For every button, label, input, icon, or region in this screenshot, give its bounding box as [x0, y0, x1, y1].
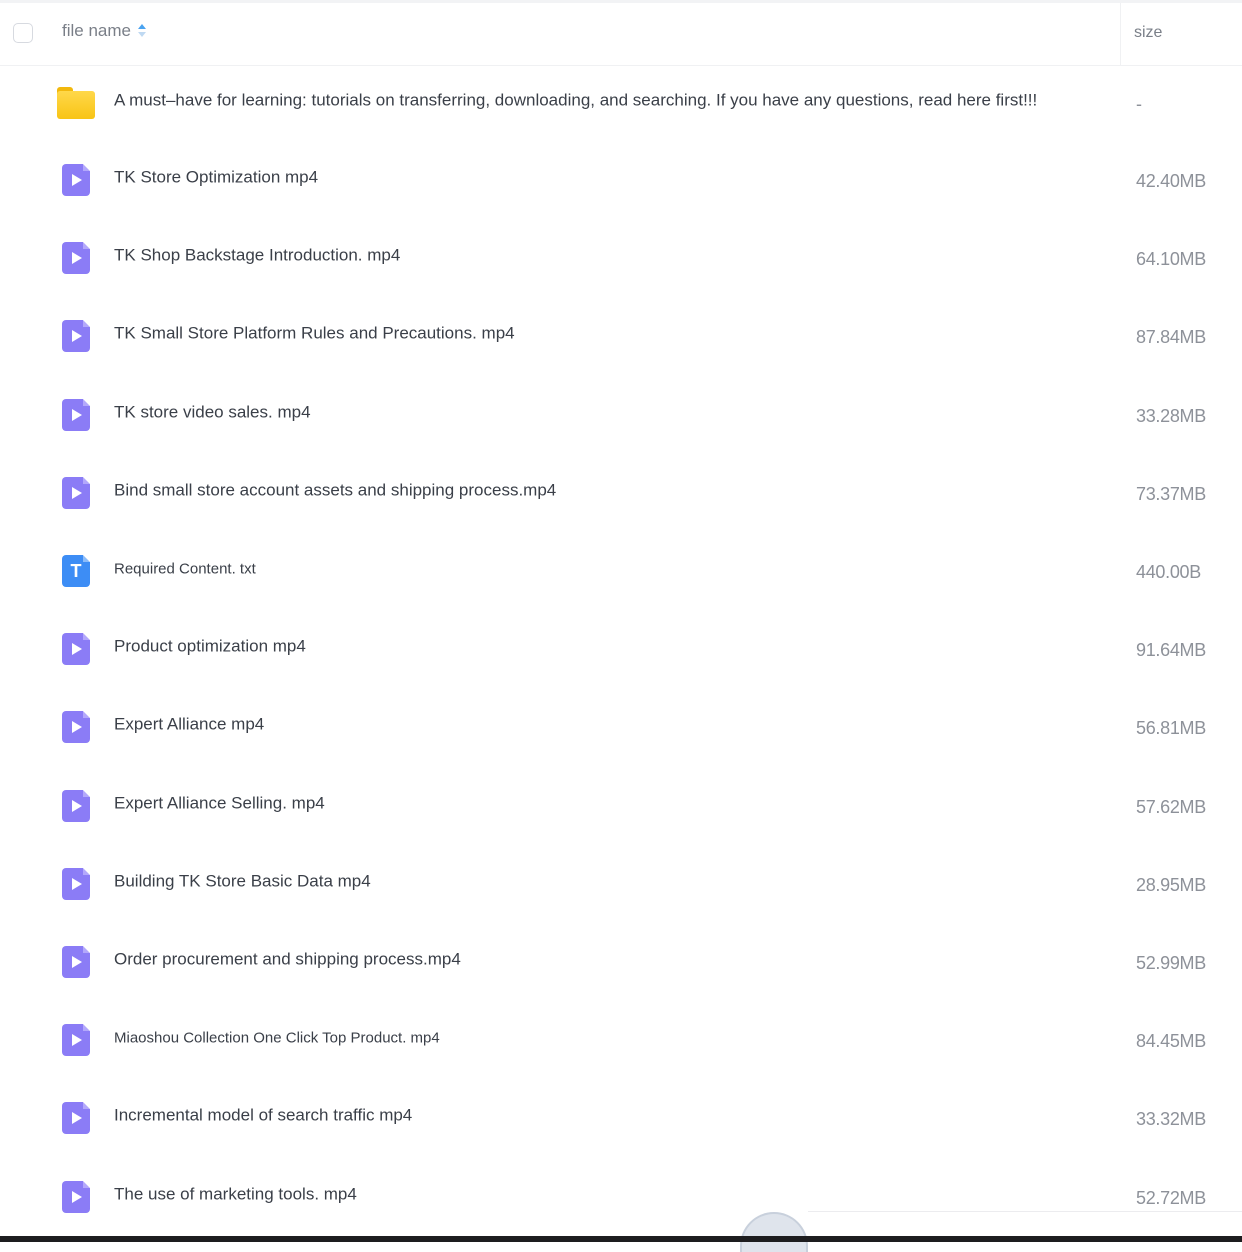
bottom-divider [808, 1211, 1242, 1212]
video-file-icon [62, 945, 90, 978]
video-file-icon [62, 242, 90, 275]
column-divider[interactable] [1120, 3, 1121, 65]
file-name[interactable]: Building TK Store Basic Data mp4 [114, 871, 371, 891]
file-row[interactable]: TK Small Store Platform Rules and Precau… [0, 297, 1242, 375]
file-name[interactable]: TK store video sales. mp4 [114, 402, 311, 422]
file-size: 84.45MB [1136, 1030, 1206, 1051]
video-file-icon [62, 633, 90, 666]
file-name[interactable]: Expert Alliance mp4 [114, 715, 264, 735]
sort-icon[interactable] [137, 24, 146, 38]
file-size: 52.99MB [1136, 952, 1206, 973]
video-file-icon [62, 711, 90, 744]
file-name[interactable]: Miaoshou Collection One Click Top Produc… [114, 1030, 440, 1047]
file-name[interactable]: TK Shop Backstage Introduction. mp4 [114, 246, 400, 266]
file-row[interactable]: Building TK Store Basic Data mp4 28.95MB [0, 845, 1242, 923]
file-size: 42.40MB [1136, 170, 1206, 191]
file-name[interactable]: Bind small store account assets and ship… [114, 480, 556, 500]
file-row[interactable]: TK Store Optimization mp4 42.40MB [0, 141, 1242, 219]
video-file-icon [62, 1102, 90, 1135]
file-size: 33.32MB [1136, 1109, 1206, 1130]
file-name[interactable]: TK Store Optimization mp4 [114, 168, 318, 188]
video-file-icon [62, 398, 90, 431]
file-name[interactable]: Order procurement and shipping process.m… [114, 950, 461, 970]
size-column-header[interactable]: size [1134, 24, 1162, 42]
file-size: 64.10MB [1136, 249, 1206, 270]
file-size: 33.28MB [1136, 405, 1206, 426]
file-name[interactable]: Incremental model of search traffic mp4 [114, 1106, 412, 1126]
file-list-header: file name size [0, 3, 1242, 66]
file-name[interactable]: Expert Alliance Selling. mp4 [114, 793, 325, 813]
file-name[interactable]: Required Content. txt [114, 560, 256, 577]
file-row[interactable]: Product optimization mp4 91.64MB [0, 610, 1242, 688]
file-size: 56.81MB [1136, 718, 1206, 739]
file-row[interactable]: Bind small store account assets and ship… [0, 454, 1242, 532]
file-list: A must–have for learning: tutorials on t… [0, 65, 1242, 1236]
file-size: 73.37MB [1136, 483, 1206, 504]
video-file-icon [62, 476, 90, 509]
file-name[interactable]: The use of marketing tools. mp4 [114, 1184, 357, 1204]
file-size: 91.64MB [1136, 639, 1206, 660]
bottom-edge-bar [0, 1236, 1242, 1242]
file-name-column-header[interactable]: file name [62, 21, 146, 41]
video-file-icon [62, 164, 90, 197]
video-file-icon [62, 1024, 90, 1057]
video-file-icon [62, 867, 90, 900]
folder-icon [57, 87, 95, 119]
file-name-column-label: file name [62, 21, 131, 40]
file-name[interactable]: A must–have for learning: tutorials on t… [114, 91, 1037, 111]
file-row[interactable]: Expert Alliance mp4 56.81MB [0, 688, 1242, 766]
file-row[interactable]: Order procurement and shipping process.m… [0, 923, 1242, 1001]
file-row[interactable]: TK Shop Backstage Introduction. mp4 64.1… [0, 219, 1242, 297]
file-row[interactable]: TK store video sales. mp4 33.28MB [0, 376, 1242, 454]
file-row[interactable]: Expert Alliance Selling. mp4 57.62MB [0, 767, 1242, 845]
file-row[interactable]: T Required Content. txt 440.00B [0, 532, 1242, 610]
select-all-checkbox[interactable] [13, 23, 33, 43]
video-file-icon [62, 789, 90, 822]
file-size: 52.72MB [1136, 1187, 1206, 1208]
file-size: 57.62MB [1136, 796, 1206, 817]
file-name[interactable]: Product optimization mp4 [114, 637, 306, 657]
file-size: 87.84MB [1136, 327, 1206, 348]
file-row[interactable]: A must–have for learning: tutorials on t… [0, 65, 1242, 141]
file-row[interactable]: Miaoshou Collection One Click Top Produc… [0, 1001, 1242, 1079]
file-size: 440.00B [1136, 561, 1201, 582]
video-file-icon [62, 1180, 90, 1213]
video-file-icon [62, 320, 90, 353]
text-file-icon: T [62, 555, 90, 588]
file-name[interactable]: TK Small Store Platform Rules and Precau… [114, 324, 515, 344]
file-row[interactable]: The use of marketing tools. mp4 52.72MB [0, 1157, 1242, 1235]
file-row[interactable]: Incremental model of search traffic mp4 … [0, 1079, 1242, 1157]
file-size: 28.95MB [1136, 874, 1206, 895]
file-size: - [1136, 93, 1142, 114]
